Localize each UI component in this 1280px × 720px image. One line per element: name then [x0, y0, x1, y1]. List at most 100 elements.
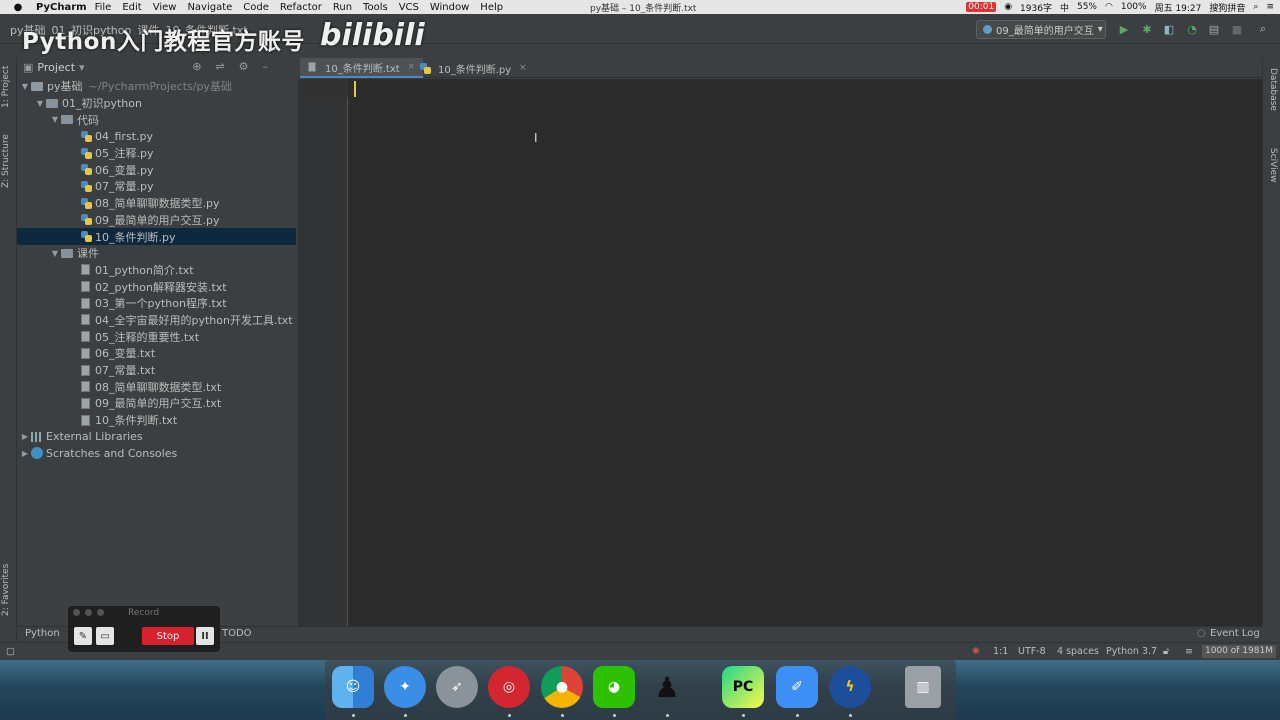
tree-item-file[interactable]: 05_注释的重要性.txt — [17, 328, 296, 345]
tree-item-folder[interactable]: ▼ 代码 — [17, 111, 296, 128]
pen-tool-icon[interactable]: ✎ — [74, 627, 92, 645]
menu-file[interactable]: File — [95, 2, 112, 13]
toggle-tool-windows-icon[interactable]: ▢ — [6, 646, 15, 657]
settings-gear-icon[interactable]: ⚙ — [239, 60, 249, 73]
tab-structure[interactable]: Z: Structure — [1, 134, 11, 188]
run-icon[interactable]: ▶ — [1117, 22, 1131, 36]
finder-icon[interactable]: ☺ — [332, 666, 374, 708]
line-number-gutter[interactable] — [298, 79, 348, 626]
menu-edit[interactable]: Edit — [122, 2, 141, 13]
tree-item-root[interactable]: ▼ py基础 ~/PycharmProjects/py基础 — [17, 78, 296, 95]
menu-vcs[interactable]: VCS — [399, 2, 419, 13]
wechat-icon[interactable]: ◕ — [593, 666, 635, 708]
project-panel-title[interactable]: Project — [37, 61, 75, 74]
concurrency-icon[interactable]: ▤ — [1207, 22, 1221, 36]
record-time-badge[interactable]: 00:01 — [966, 2, 997, 12]
todo-tab[interactable]: TODO — [222, 628, 252, 639]
chrome-icon[interactable]: ● — [541, 666, 583, 708]
tree-item-file[interactable]: 01_python简介.txt — [17, 262, 296, 279]
tree-item-external-libraries[interactable]: ▶ External Libraries — [17, 428, 296, 445]
file-encoding[interactable]: UTF-8 — [1018, 646, 1046, 657]
launchpad-icon[interactable]: ➶ — [436, 666, 478, 708]
tree-item-file[interactable]: 02_python解释器安装.txt — [17, 278, 296, 295]
expand-arrow-icon[interactable]: ▼ — [34, 99, 46, 108]
expand-arrow-icon[interactable]: ▶ — [19, 449, 31, 458]
spotlight-search-icon[interactable]: ⌕ — [1253, 2, 1258, 12]
indent-setting[interactable]: 4 spaces — [1057, 646, 1099, 657]
expand-arrow-icon[interactable]: ▼ — [49, 115, 61, 124]
input-method[interactable]: 搜狗拼音 — [1209, 1, 1245, 14]
tree-item-file[interactable]: 04_全宇宙最好用的python开发工具.txt — [17, 312, 296, 329]
lock-icon[interactable]: 🔓︎ — [1163, 646, 1169, 657]
expand-arrow-icon[interactable]: ▶ — [19, 432, 31, 441]
error-indicator-icon[interactable]: ✱ — [972, 646, 980, 657]
qq-penguin-icon[interactable]: ♟ — [646, 666, 688, 708]
tab-database[interactable]: Database — [1268, 68, 1278, 111]
battery-percent[interactable]: 100% — [1121, 2, 1147, 12]
zoom-dot-icon[interactable] — [97, 609, 104, 616]
collapse-all-icon[interactable]: ⇌ — [215, 60, 224, 73]
wechat-status-icon[interactable]: ◉ — [1004, 2, 1012, 12]
apple-icon[interactable]: ● — [8, 2, 28, 13]
event-log-icon[interactable]: ◌ — [1197, 628, 1206, 639]
close-icon[interactable]: × — [519, 63, 527, 73]
ime-indicator[interactable]: 中 — [1060, 1, 1069, 14]
caret-position[interactable]: 1:1 — [993, 646, 1008, 657]
tree-item-file[interactable]: 07_常量.py — [17, 178, 296, 195]
lightning-app-icon[interactable]: ϟ — [829, 666, 871, 708]
clock[interactable]: 周五 19:27 — [1155, 1, 1202, 14]
pause-recording-button[interactable]: II — [196, 627, 214, 645]
notification-center-icon[interactable]: ≡ — [1266, 2, 1274, 12]
menu-navigate[interactable]: Navigate — [187, 2, 232, 13]
tree-item-file[interactable]: 08_简单聊聊数据类型.py — [17, 195, 296, 212]
safari-icon[interactable]: ✦ — [384, 666, 426, 708]
feishu-icon[interactable]: ✐ — [776, 666, 818, 708]
coverage-icon[interactable]: ◧ — [1162, 22, 1176, 36]
tab-favorites[interactable]: 2: Favorites — [1, 564, 11, 616]
tree-item-folder[interactable]: ▼ 课件 — [17, 245, 296, 262]
menu-window[interactable]: Window — [430, 2, 469, 13]
menu-run[interactable]: Run — [333, 2, 352, 13]
menu-refactor[interactable]: Refactor — [280, 2, 322, 13]
menu-code[interactable]: Code — [243, 2, 269, 13]
wifi-icon[interactable]: ◠ — [1105, 2, 1113, 12]
tree-item-folder[interactable]: ▼ 01_初识python — [17, 95, 296, 112]
run-configuration-dropdown[interactable]: 09_最简单的用户交互 ▾ — [976, 20, 1106, 39]
tree-item-file[interactable]: 05_注释.py — [17, 145, 296, 162]
hide-panel-icon[interactable]: – — [263, 60, 269, 73]
tree-item-file-selected[interactable]: 10_条件判断.py — [17, 228, 296, 245]
profile-icon[interactable]: ◔ — [1185, 22, 1199, 36]
python-interpreter[interactable]: Python 3.7 — [1106, 646, 1157, 657]
netease-music-icon[interactable]: ◎ — [488, 666, 530, 708]
tree-item-file[interactable]: 03_第一个python程序.txt — [17, 295, 296, 312]
stop-recording-button[interactable]: Stop — [142, 627, 194, 645]
tab-py-file[interactable]: 10_条件判断.py × — [412, 58, 535, 78]
memory-indicator[interactable]: 1000 of 1981M — [1202, 645, 1276, 658]
tree-item-file[interactable]: 07_常量.txt — [17, 362, 296, 379]
tree-item-file[interactable]: 04_first.py — [17, 128, 296, 145]
locate-file-icon[interactable]: ⊕ — [192, 60, 201, 73]
git-icon[interactable]: ≡ — [1185, 646, 1193, 657]
debug-icon[interactable]: ✱ — [1140, 22, 1154, 36]
pycharm-icon[interactable]: PC — [722, 666, 764, 708]
rectangle-tool-icon[interactable]: ▭ — [96, 627, 114, 645]
menu-view[interactable]: View — [153, 2, 177, 13]
tab-sciview[interactable]: SciView — [1268, 148, 1278, 183]
menu-help[interactable]: Help — [480, 2, 503, 13]
tree-item-file[interactable]: 08_简单聊聊数据类型.txt — [17, 378, 296, 395]
code-editor[interactable]: I — [298, 79, 1262, 626]
expand-arrow-icon[interactable]: ▼ — [19, 82, 31, 91]
close-dot-icon[interactable] — [73, 609, 80, 616]
trash-icon[interactable]: ▥ — [905, 666, 941, 708]
tree-item-file[interactable]: 06_变量.py — [17, 161, 296, 178]
tree-item-file[interactable]: 09_最简单的用户交互.py — [17, 212, 296, 229]
expand-arrow-icon[interactable]: ▼ — [49, 249, 61, 258]
menu-app-pycharm[interactable]: PyCharm — [36, 2, 87, 13]
search-everywhere-icon[interactable]: ⌕ — [1256, 22, 1270, 36]
event-log-tab[interactable]: Event Log — [1210, 628, 1260, 639]
tab-txt-file[interactable]: 10_条件判断.txt × — [300, 58, 424, 78]
minimize-dot-icon[interactable] — [85, 609, 92, 616]
python-console-tab[interactable]: Python — [25, 628, 60, 639]
menu-tools[interactable]: Tools — [363, 2, 388, 13]
chevron-down-icon[interactable]: ▾ — [79, 61, 85, 74]
